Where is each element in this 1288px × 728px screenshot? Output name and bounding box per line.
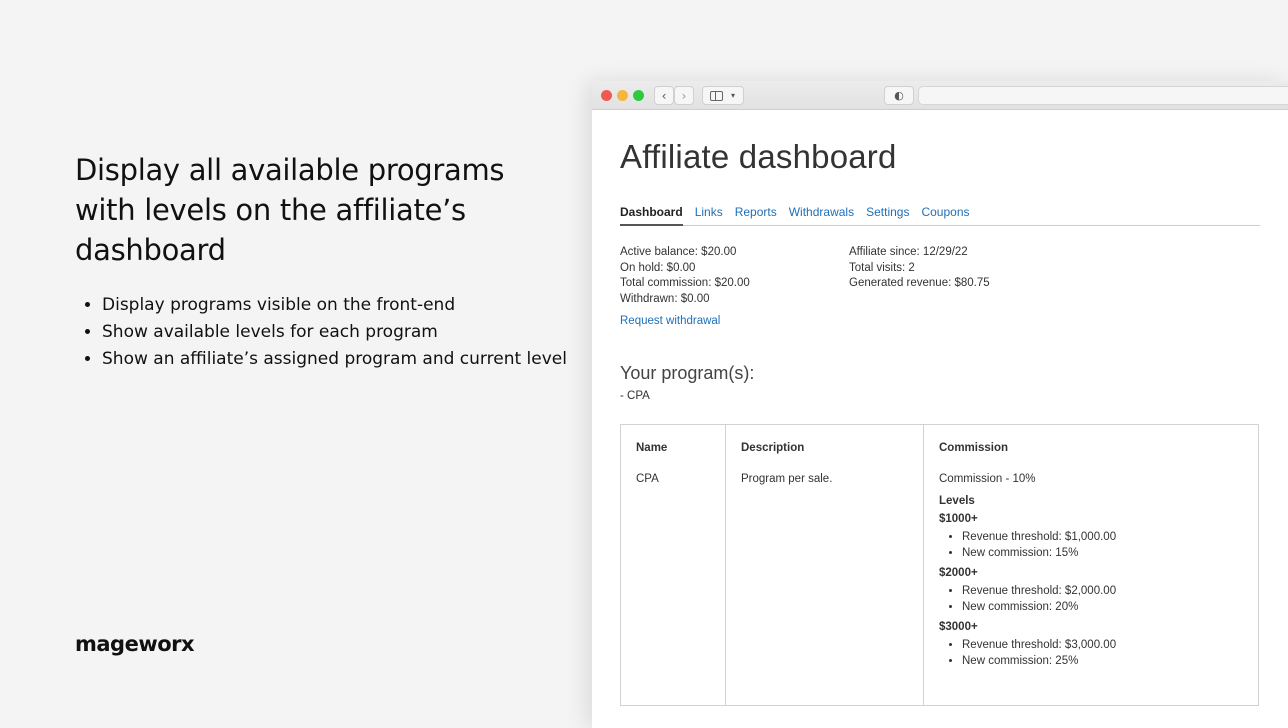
commission-column: Commission Commission - 10% Levels $1000… [924,425,1258,705]
level-details: Revenue threshold: $3,000.00 New commiss… [939,638,1258,669]
stat-active-balance: Active balance: $20.00 [620,246,737,258]
promo-title: Display all available programs with leve… [75,153,505,267]
stat-withdrawn: Withdrawn: $0.00 [620,292,710,305]
level-details: Revenue threshold: $1,000.00 New commiss… [939,530,1258,561]
level-commission: New commission: 15% [962,546,1258,562]
column-header-commission: Commission [939,442,1009,454]
dashboard-tabs: Dashboard Links Reports Withdrawals Sett… [620,205,1260,226]
program-list-item: - CPA [620,390,650,402]
level-name: $1000+ [939,513,978,525]
stat-generated-revenue: Generated revenue: $80.75 [849,277,990,290]
tab-coupons[interactable]: Coupons [921,205,969,226]
levels-label: Levels [939,495,975,507]
column-header-name: Name [636,442,668,454]
sidebar-toggle-button[interactable]: ▾ [702,86,744,105]
balance-stats: Active balance: $20.00 On hold: $0.00 To… [620,245,750,307]
browser-window: ‹ › ▾ ◐ Affiliate dashboard Dashboard Li… [592,81,1288,728]
stat-affiliate-since: Affiliate since: 12/29/22 [849,246,968,258]
level-details: Revenue threshold: $2,000.00 New commiss… [939,584,1258,615]
program-description: Program per sale. [741,473,833,485]
base-commission: Commission - 10% [939,473,1036,485]
page-title: Affiliate dashboard [620,138,897,175]
address-bar[interactable] [918,86,1288,105]
column-header-description: Description [741,442,805,454]
name-column: Name CPA [621,425,726,705]
close-window-icon[interactable] [601,90,612,101]
level-name: $2000+ [939,567,978,580]
brand-logo: mageworx [75,632,195,656]
affiliate-stats: Affiliate since: 12/29/22 Total visits: … [849,245,990,292]
chevron-down-icon: ▾ [731,91,736,100]
sidebar-icon [710,90,723,101]
browser-toolbar: ‹ › ▾ ◐ [592,81,1288,110]
level-threshold: Revenue threshold: $1,000.00 [962,530,1258,546]
level-threshold: Revenue threshold: $3,000.00 [962,638,1258,654]
tab-dashboard[interactable]: Dashboard [620,205,683,226]
level-name: $3000+ [939,621,978,634]
level-commission: New commission: 20% [962,600,1258,616]
tab-reports[interactable]: Reports [735,205,777,226]
promo-bullet: Show an affiliate’s assigned program and… [102,346,567,373]
maximize-window-icon[interactable] [633,90,644,101]
stat-total-visits: Total visits: 2 [849,261,915,274]
stat-total-commission: Total commission: $20.00 [620,277,750,290]
promo-bullet-list: Display programs visible on the front-en… [102,292,567,373]
program-name: CPA [636,473,659,485]
tab-links[interactable]: Links [695,205,723,226]
promo-bullet: Display programs visible on the front-en… [102,292,567,319]
level-commission: New commission: 25% [962,654,1258,670]
stat-on-hold: On hold: $0.00 [620,261,696,274]
forward-icon[interactable]: › [674,86,694,105]
programs-table: Name CPA Description Program per sale. C… [620,424,1259,706]
description-column: Description Program per sale. [726,425,924,705]
programs-heading: Your program(s): [620,363,755,383]
level-threshold: Revenue threshold: $2,000.00 [962,584,1258,600]
tab-settings[interactable]: Settings [866,205,909,226]
tab-withdrawals[interactable]: Withdrawals [789,205,854,226]
shield-icon[interactable]: ◐ [884,86,914,105]
promo-bullet: Show available levels for each program [102,319,567,346]
minimize-window-icon[interactable] [617,90,628,101]
request-withdrawal-link[interactable]: Request withdrawal [620,315,720,327]
back-icon[interactable]: ‹ [654,86,674,105]
